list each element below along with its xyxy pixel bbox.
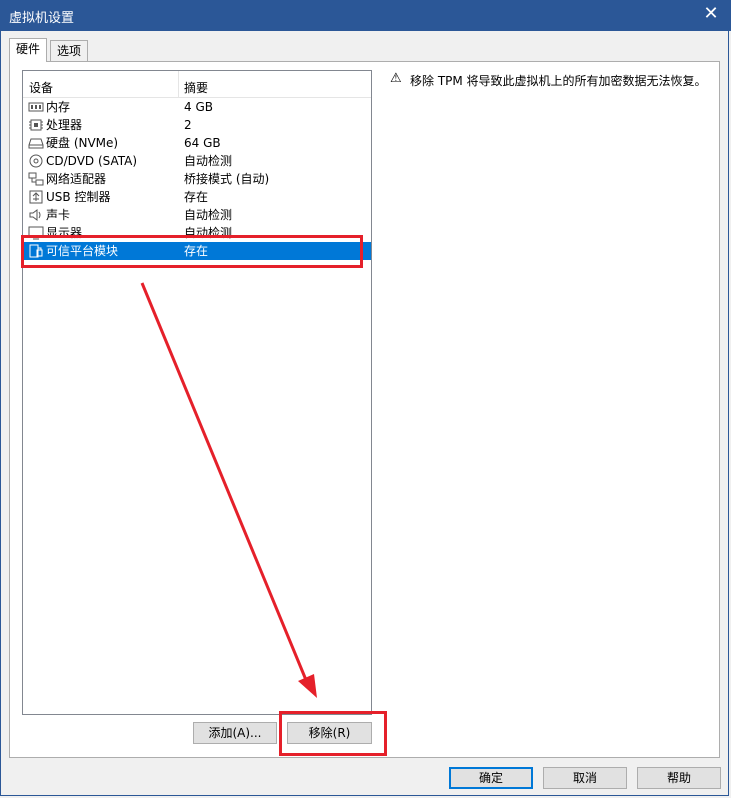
device-name: 硬盘 (NVMe) [46, 136, 119, 150]
cpu-icon [28, 118, 44, 132]
usb-icon [28, 190, 44, 204]
remove-button[interactable]: 移除(R) [287, 722, 372, 744]
tab-hardware[interactable]: 硬件 [9, 38, 48, 62]
list-item-sound-card[interactable]: 声卡 自动检测 [23, 206, 371, 224]
device-summary: 64 GB [184, 136, 221, 150]
device-summary: 4 GB [184, 100, 213, 114]
ok-button[interactable]: 确定 [449, 767, 533, 789]
harddisk-icon [28, 136, 44, 150]
warning-icon: ⚠ [390, 71, 402, 86]
cd-icon [28, 154, 44, 168]
column-separator[interactable] [178, 71, 179, 97]
add-button[interactable]: 添加(A)... [193, 722, 277, 744]
title-bar: 虚拟机设置 ✕ [0, 0, 731, 31]
monitor-icon [28, 226, 44, 240]
tab-options[interactable]: 选项 [50, 40, 89, 61]
device-name: 内存 [46, 100, 71, 114]
speaker-icon [28, 208, 44, 222]
device-name: CD/DVD (SATA) [46, 154, 138, 168]
device-name: 显示器 [46, 226, 83, 240]
device-summary: 自动检测 [184, 226, 233, 240]
window-title: 虚拟机设置 [9, 11, 75, 26]
device-name: 声卡 [46, 208, 71, 222]
device-summary: 存在 [184, 244, 209, 258]
close-icon[interactable]: ✕ [701, 4, 721, 24]
device-summary: 2 [184, 118, 192, 132]
device-name: 处理器 [46, 118, 83, 132]
list-header: 设备 摘要 [23, 71, 371, 98]
list-item-memory[interactable]: 内存 4 GB [23, 98, 371, 116]
list-item-tpm[interactable]: 可信平台模块 存在 [23, 242, 371, 260]
list-item-cd-dvd[interactable]: CD/DVD (SATA) 自动检测 [23, 152, 371, 170]
cancel-button[interactable]: 取消 [543, 767, 627, 789]
device-name: 可信平台模块 [46, 244, 119, 258]
network-icon [28, 172, 44, 186]
device-summary: 存在 [184, 190, 209, 204]
memory-icon [28, 100, 44, 114]
list-item-network-adapter[interactable]: 网络适配器 桥接模式 (自动) [23, 170, 371, 188]
list-item-usb-controller[interactable]: USB 控制器 存在 [23, 188, 371, 206]
help-button[interactable]: 帮助 [637, 767, 721, 789]
column-header-summary[interactable]: 摘要 [184, 79, 208, 96]
list-item-display[interactable]: 显示器 自动检测 [23, 224, 371, 242]
device-name: USB 控制器 [46, 190, 111, 204]
device-summary: 自动检测 [184, 208, 233, 222]
list-item-harddisk[interactable]: 硬盘 (NVMe) 64 GB [23, 134, 371, 152]
warning-text: 移除 TPM 将导致此虚拟机上的所有加密数据无法恢复。 [410, 74, 707, 88]
device-name: 网络适配器 [46, 172, 107, 186]
column-header-device[interactable]: 设备 [29, 79, 53, 96]
list-item-processor[interactable]: 处理器 2 [23, 116, 371, 134]
device-summary: 桥接模式 (自动) [184, 172, 270, 186]
tpm-icon [28, 244, 44, 258]
device-summary: 自动检测 [184, 154, 233, 168]
device-list[interactable]: 设备 摘要 内存 4 GB 处理器 2 硬盘 (NVMe) 64 GB CD/D… [22, 70, 372, 715]
